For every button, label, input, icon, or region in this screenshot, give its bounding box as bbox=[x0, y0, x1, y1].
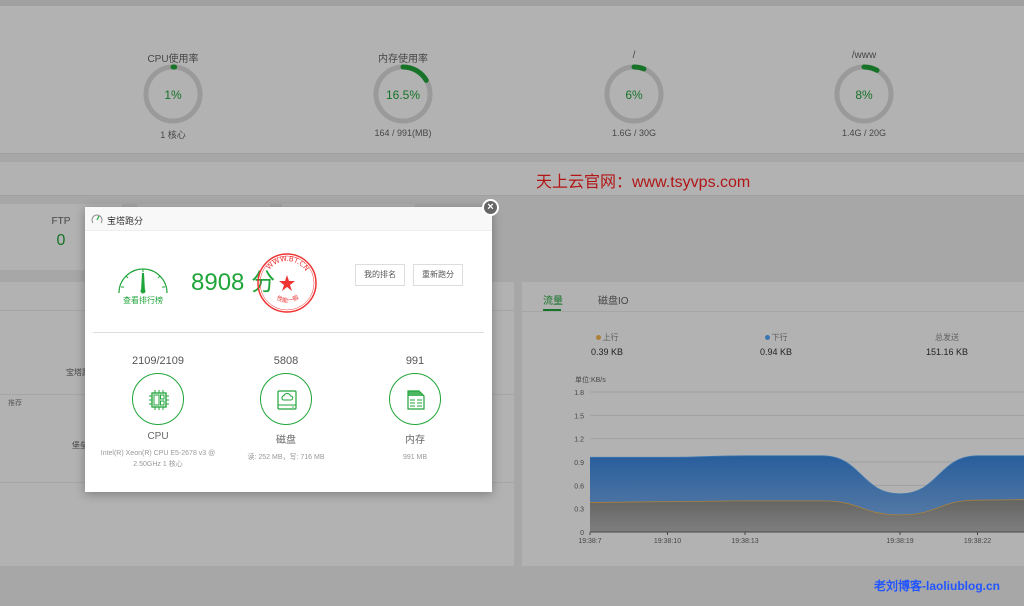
metric-value: 5808 bbox=[273, 355, 299, 367]
leaderboard-link[interactable]: 查看排行榜 bbox=[123, 295, 163, 306]
metric-desc: 读: 252 MB，写: 716 MB bbox=[247, 454, 325, 461]
dial-icon[interactable] bbox=[115, 257, 171, 297]
metric-desc: 991 MB bbox=[402, 454, 428, 461]
disk-icon bbox=[277, 390, 297, 410]
metric-value: 2109/2109 bbox=[132, 355, 184, 367]
my-rank-button[interactable]: 我的排名 bbox=[355, 264, 405, 286]
modal-title: 宝塔跑分 bbox=[107, 216, 144, 226]
metric-name: CPU bbox=[147, 431, 169, 442]
rerun-benchmark-button[interactable]: 重新跑分 bbox=[413, 264, 463, 286]
benchmark-modal: 宝塔跑分 查看排行榜 8908 分 WWW.BT.CN 性能一般 我的排名 重新… bbox=[85, 207, 492, 492]
metric-memory: 991 内存 991 MB bbox=[345, 355, 485, 463]
stamp-top-text: WWW.BT.CN bbox=[265, 255, 311, 273]
metric-desc: Intel(R) Xeon(R) CPU E5-2678 v3 @ 2.50GH… bbox=[100, 450, 216, 468]
metric-circle bbox=[260, 373, 312, 425]
metric-circle bbox=[389, 373, 441, 425]
metric-value: 991 bbox=[405, 355, 425, 367]
speedometer-icon bbox=[91, 214, 103, 224]
metric-cpu: 2109/2109 CPU Intel(R) Xeon(R) CPU E5-26… bbox=[88, 355, 228, 470]
memory-icon bbox=[407, 390, 425, 410]
metric-name: 内存 bbox=[405, 435, 425, 446]
metric-name: 磁盘 bbox=[276, 435, 296, 446]
stamp-bottom-text: 性能一般 bbox=[276, 293, 301, 304]
metric-circle bbox=[132, 373, 184, 425]
svg-text:性能一般: 性能一般 bbox=[276, 293, 301, 304]
cpu-icon bbox=[149, 390, 169, 410]
svg-text:WWW.BT.CN: WWW.BT.CN bbox=[265, 255, 311, 273]
blog-watermark: 老刘博客-laoliublog.cn bbox=[874, 579, 1000, 593]
metric-disk: 5808 磁盘 读: 252 MB，写: 716 MB bbox=[216, 355, 356, 463]
close-button[interactable]: × bbox=[482, 199, 499, 216]
stamp-icon: WWW.BT.CN 性能一般 bbox=[257, 253, 317, 313]
score-value: 8908 bbox=[191, 269, 245, 296]
divider bbox=[93, 332, 484, 333]
modal-header: 宝塔跑分 bbox=[85, 207, 492, 231]
